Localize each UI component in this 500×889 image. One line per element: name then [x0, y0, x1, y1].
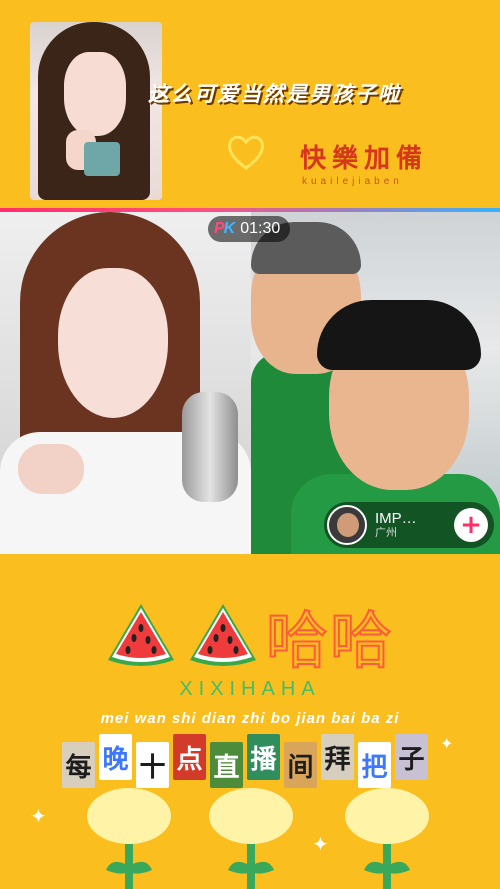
opponent-city: 广州 — [375, 526, 397, 540]
heart-outline-icon — [228, 135, 264, 170]
watermelon-icon — [190, 604, 256, 666]
banner-tag-pinyin: kuailejiaben — [302, 176, 403, 187]
microphone-image — [182, 392, 238, 502]
host-thumbnail — [30, 22, 162, 200]
banner-title: 这么可爱当然是男孩子啦 — [148, 82, 401, 106]
schedule-char-tile: 每 — [62, 742, 95, 788]
top-banner: 这么可爱当然是男孩子啦 快樂加備 kuailejiaben — [0, 0, 500, 208]
schedule-char-tile: 间 — [284, 742, 317, 788]
opponent-name: IMP… — [375, 509, 417, 527]
plus-icon: + — [460, 510, 482, 540]
sparkle-icon: ✦ — [440, 734, 454, 753]
flower-icon — [345, 788, 429, 889]
schedule-char-tile: 拜 — [321, 734, 354, 780]
schedule-pinyin: mei wan shi dian zhi bo jian bai ba zi — [100, 710, 400, 727]
flower-icon — [209, 788, 293, 889]
pk-stream[interactable]: PK 01:30 IMP… 广州 + — [0, 212, 500, 554]
bottom-branding: 哈哈 XIXIHAHA mei wan shi dian zhi bo jian… — [0, 554, 500, 889]
sparkle-icon: ✦ — [312, 832, 329, 856]
flower-icon — [87, 788, 171, 889]
schedule-char-tile: 晚 — [99, 734, 132, 780]
opponent-avatar[interactable] — [327, 505, 367, 545]
banner-tag: 快樂加備 — [300, 144, 429, 174]
schedule-char-tile: 子 — [395, 734, 428, 780]
schedule-chars: 每晚十点直播间拜把子 — [62, 734, 428, 788]
schedule-char-tile: 点 — [173, 734, 206, 780]
pk-badge-icon: PK — [214, 220, 235, 237]
schedule-char-tile: 播 — [247, 734, 280, 780]
watermelon-icon — [108, 604, 174, 666]
schedule-char-tile: 直 — [210, 742, 243, 788]
host-camera-feed[interactable] — [0, 212, 251, 554]
opponent-info-pill[interactable]: IMP… 广州 + — [324, 502, 494, 548]
haha-heading: 哈哈 — [265, 603, 395, 678]
schedule-char-tile: 十 — [136, 742, 169, 788]
schedule-char-tile: 把 — [358, 742, 391, 788]
xixihaha-text: XIXIHAHA — [179, 678, 321, 700]
sparkle-icon: ✦ — [30, 804, 47, 828]
follow-button[interactable]: + — [454, 508, 488, 542]
pk-timer-pill: PK 01:30 — [208, 216, 291, 242]
pk-countdown: 01:30 — [240, 220, 281, 237]
